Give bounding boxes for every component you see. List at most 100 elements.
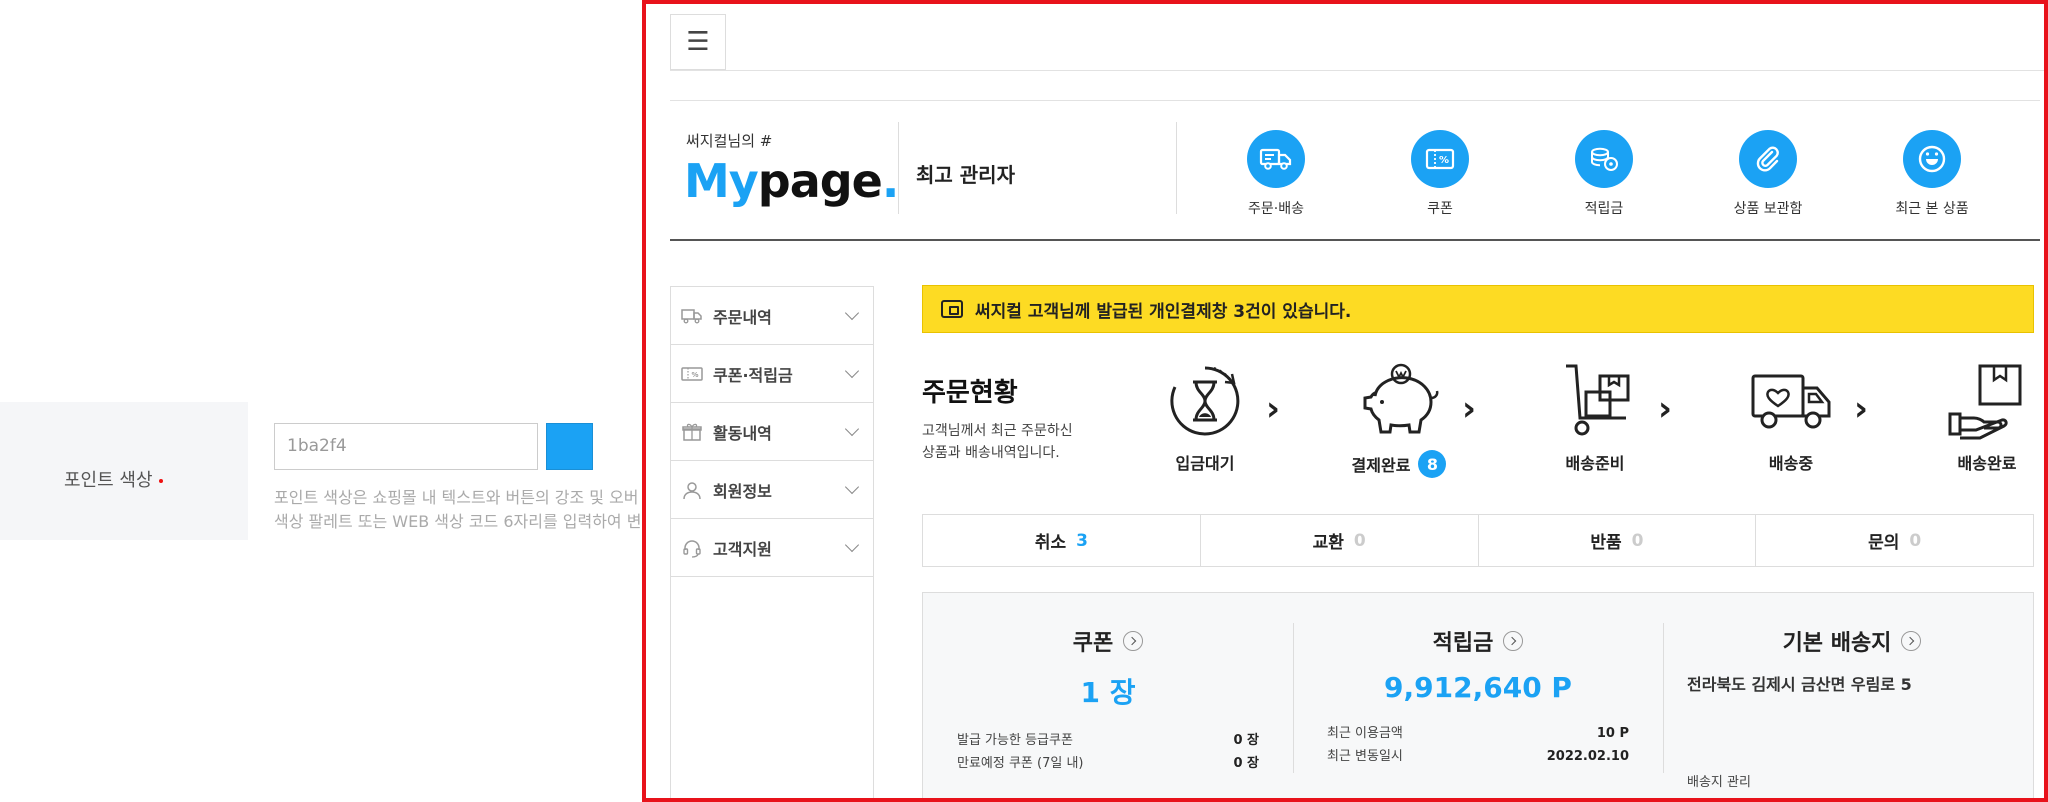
sidebar-item-member-info[interactable]: 회원정보	[671, 461, 873, 519]
coupon-details: 발급 가능한 등급쿠폰 0 장 만료예정 쿠폰 (7일 내) 0 장	[957, 729, 1259, 775]
hand-truck-icon	[1566, 364, 1630, 436]
step-shipping[interactable]: 배송중	[1726, 362, 1856, 474]
sidebar-empty-area	[670, 576, 874, 798]
detail-value: 2022.02.10	[1546, 749, 1629, 764]
sidebar-item-label: 회원정보	[713, 481, 772, 501]
description-line-2: 색상 팔레트 또는 WEB 색상 코드 6자리를 입력하여 변	[274, 512, 642, 531]
address-title-text: 기본 배송지	[1782, 631, 1892, 656]
sidebar-item-activity[interactable]: 활동내역	[671, 403, 873, 461]
claim-count: 0	[1909, 530, 1922, 551]
claim-exchange[interactable]: 교환 0	[1201, 515, 1479, 566]
sidebar-item-coupon-points[interactable]: % 쿠폰·적립금	[671, 345, 873, 403]
step-delivered[interactable]: 배송완료	[1922, 362, 2044, 474]
piggy-bank-icon	[1363, 363, 1439, 434]
greeting-text: 써지컬님의 #	[686, 132, 773, 150]
quick-link-orders[interactable]: 주문·배송	[1201, 130, 1351, 218]
sidebar-item-label: 활동내역	[713, 423, 772, 443]
step-label-text: 배송준비	[1565, 454, 1625, 473]
claim-label: 취소	[1034, 533, 1067, 553]
claim-cancel[interactable]: 취소 3	[923, 515, 1201, 566]
sidebar-item-support[interactable]: 고객지원	[671, 519, 873, 577]
chevron-down-icon	[844, 305, 860, 321]
svg-text:%: %	[691, 371, 698, 379]
step-preparing[interactable]: 배송준비	[1530, 362, 1660, 474]
required-dot	[158, 479, 163, 483]
quick-link-label: 주문·배송	[1248, 201, 1304, 217]
detail-value: 0 장	[1233, 733, 1259, 748]
points-detail-row: 최근 변동일시 2022.02.10	[1327, 745, 1629, 768]
detail-label: 발급 가능한 등급쿠폰	[957, 733, 1073, 748]
step-payment-complete[interactable]: 결제완료 8	[1334, 362, 1464, 478]
order-status-desc-line-1: 고객님께서 최근 주문하신	[922, 423, 1073, 439]
hamburger-menu-icon[interactable]: ☰	[670, 14, 726, 70]
quick-link-recent[interactable]: 최근 본 상품	[1857, 130, 2007, 218]
step-label-text: 배송중	[1768, 454, 1814, 473]
quick-link-label: 상품 보관함	[1733, 201, 1803, 217]
sidebar-item-orders[interactable]: 주문내역	[671, 287, 873, 345]
step-count-badge: 8	[1418, 450, 1447, 478]
header-top-divider	[670, 100, 2040, 101]
quick-link-label: 적립금	[1584, 201, 1624, 217]
detail-label: 최근 변동일시	[1327, 749, 1403, 764]
logo-dot: .	[881, 154, 900, 208]
truck-icon	[681, 306, 703, 326]
package-hand-icon	[1948, 364, 2022, 440]
points-summary: 적립금 9,912,640 P 최근 이용금액 10 P 최근 변동일시 2022.…	[1327, 625, 1629, 768]
coupon-count: 1 장	[1080, 676, 1136, 709]
step-awaiting-deposit[interactable]: 입금대기	[1140, 362, 1270, 474]
topbar-divider	[670, 70, 2044, 71]
personal-payment-notice[interactable]: 써지컬 고객님께 발급된 개인결제창 3건이 있습니다.	[922, 285, 2034, 333]
account-summary: 쿠폰 1 장 발급 가능한 등급쿠폰 0 장 만료예정 쿠폰 (7일 내) 0 장 …	[922, 592, 2034, 798]
claim-inquiry[interactable]: 문의 0	[1756, 515, 2033, 566]
quick-link-points[interactable]: 적립금	[1529, 130, 1679, 218]
mypage-logo: Mypage.	[684, 154, 900, 208]
quick-link-wishlist[interactable]: 상품 보관함	[1693, 130, 1843, 218]
gift-icon	[681, 422, 703, 442]
quick-link-coupon[interactable]: % 쿠폰	[1365, 130, 1515, 218]
hourglass-icon	[1170, 366, 1240, 436]
notice-text: 써지컬 고객님께 발급된 개인결제창 3건이 있습니다.	[975, 301, 1352, 322]
points-detail-row: 최근 이용금액 10 P	[1327, 722, 1629, 745]
chevron-right-icon	[1503, 631, 1524, 651]
point-color-label-text: 포인트 색상	[64, 470, 153, 491]
summary-divider	[1663, 623, 1664, 773]
step-label: 배송중	[1726, 450, 1856, 474]
chevron-down-icon	[844, 421, 860, 437]
coupon-detail-row: 만료예정 쿠폰 (7일 내) 0 장	[957, 752, 1259, 775]
claim-label: 반품	[1590, 533, 1622, 553]
step-label-text: 입금대기	[1175, 454, 1235, 473]
points-summary-title[interactable]: 적립금	[1327, 625, 1629, 657]
address-summary: 기본 배송지 전라북도 김제시 금산면 우림로 5 배송지 관리	[1687, 625, 2017, 790]
default-address: 전라북도 김제시 금산면 우림로 5	[1687, 675, 1912, 694]
order-status-desc-line-2: 상품과 배송내역입니다.	[922, 445, 1060, 461]
points-title-text: 적립금	[1432, 631, 1494, 656]
logo-part2: page	[757, 154, 883, 208]
claim-label: 교환	[1312, 533, 1344, 553]
order-status-title: 주문현황	[922, 378, 1018, 408]
smile-icon	[1903, 130, 1961, 188]
step-arrow-icon: ›	[1462, 389, 1477, 429]
address-manage-link[interactable]: 배송지 관리	[1687, 771, 1751, 790]
chevron-right-icon	[1123, 631, 1144, 651]
paperclip-icon	[1739, 130, 1797, 188]
claim-count: 0	[1353, 530, 1366, 551]
color-swatch-button[interactable]	[546, 423, 593, 470]
highlight-frame: ☰ 써지컬님의 # Mypage. 최고 관리자 주문·배송 % 쿠폰 적립금 …	[642, 0, 2048, 802]
coupon-summary-title[interactable]: 쿠폰	[957, 625, 1259, 657]
claim-return[interactable]: 반품 0	[1479, 515, 1757, 566]
step-arrow-icon: ›	[1266, 389, 1281, 429]
headset-icon	[681, 538, 703, 558]
sidebar-item-label: 주문내역	[713, 307, 772, 327]
point-color-input[interactable]: 1ba2f4	[274, 423, 538, 470]
detail-value: 0 장	[1233, 756, 1259, 771]
quick-link-label: 최근 본 상품	[1895, 201, 1969, 217]
chevron-down-icon	[844, 363, 860, 379]
logo-part1: My	[684, 154, 759, 208]
address-summary-title[interactable]: 기본 배송지	[1687, 625, 2017, 657]
step-label-text: 결제완료	[1351, 456, 1411, 475]
chevron-right-icon	[1901, 631, 1922, 651]
quick-link-label: 쿠폰	[1427, 201, 1453, 217]
step-arrow-icon: ›	[1854, 389, 1869, 429]
user-icon	[681, 480, 703, 500]
step-arrow-icon: ›	[1658, 389, 1673, 429]
